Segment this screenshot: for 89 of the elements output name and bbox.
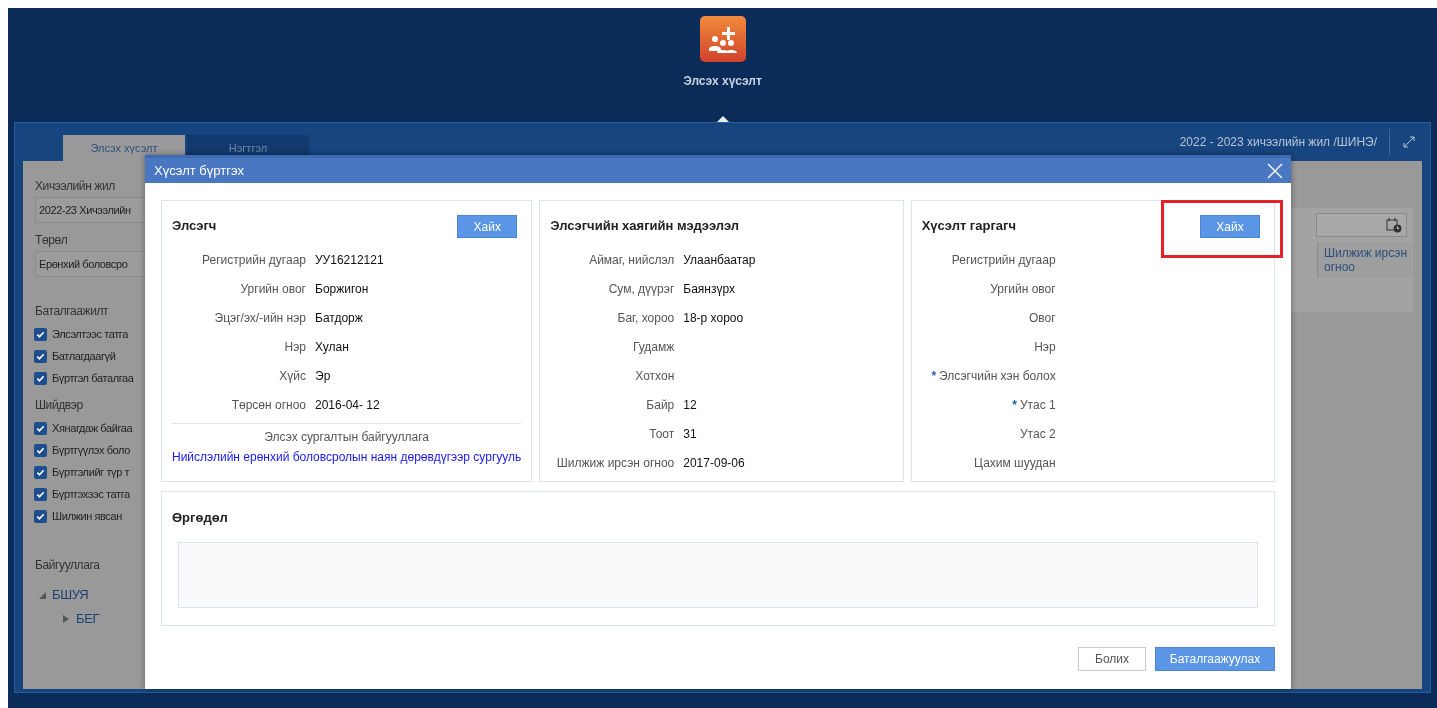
field-value: Хулан — [315, 338, 349, 356]
checkbox[interactable] — [34, 371, 47, 385]
field-value: 2017-09-06 — [683, 454, 745, 472]
pointer-caret-icon — [716, 116, 729, 122]
cancel-button[interactable]: Болих — [1078, 647, 1146, 671]
field-label: Гудамж — [633, 338, 675, 356]
checkbox[interactable] — [34, 465, 47, 479]
date-field[interactable] — [1316, 213, 1407, 237]
checkbox-label[interactable]: Шилжин явсан — [52, 507, 122, 525]
group-title: Байгууллага — [35, 557, 101, 574]
field-label: Байр — [646, 396, 675, 414]
field-value: 18-р хороо — [683, 309, 744, 327]
field-label: Тоот — [649, 425, 675, 443]
field-label: Баг, хороо — [617, 309, 675, 327]
checkbox-label[interactable]: Бүртгэлийг түр т — [52, 463, 130, 481]
field-value: 2016-04- 12 — [315, 396, 380, 414]
field-label: Ургийн овог — [990, 280, 1056, 298]
checkmark-icon — [36, 467, 45, 477]
field-value: 12 — [683, 396, 697, 414]
required-asterisk: * — [931, 367, 937, 385]
field-label: Утас 1 — [1019, 396, 1056, 414]
field-label: Эцэг/эх/-ийн нэр — [214, 309, 306, 327]
checkbox[interactable] — [34, 487, 47, 501]
field-label: Аймаг, нийслэл — [589, 251, 675, 269]
panel-title: Элсэгчийн хаягийн мэдээлэл — [550, 217, 740, 236]
field-label: Элсэх сургалтын байгууллага — [264, 429, 429, 446]
checkbox-label[interactable]: Батлагдаагүй — [52, 347, 116, 365]
tab[interactable]: Элсэх хүсэлт — [63, 135, 185, 161]
required-asterisk: * — [1012, 396, 1017, 414]
school-year-label: 2022 - 2023 хичээлийн жил /ШИНЭ/ — [1179, 134, 1377, 151]
field-label: Сум, дүүрэг — [608, 280, 675, 298]
checkbox-label[interactable]: Бүртгэхээс татга — [52, 485, 130, 503]
field-label: Овог — [1029, 309, 1056, 327]
field-value: УУ16212121 — [315, 251, 384, 269]
field-label: Элсэгчийн хэн болох — [939, 367, 1056, 385]
dialog-title: Хүсэлт бүртгэх — [154, 161, 244, 180]
field-value: Боржигон — [315, 280, 369, 298]
confirm-button[interactable]: Баталгаажуулах — [1155, 647, 1275, 671]
field-label: Хотхон — [635, 367, 675, 385]
panel-title: Өргөдөл — [172, 509, 229, 527]
field-value: Батдорж — [315, 309, 363, 327]
checkbox-label[interactable]: Бүртгэл баталгаа — [52, 369, 134, 387]
field-label: Цахим шуудан — [974, 454, 1056, 472]
group-title: Шийдвэр — [35, 397, 84, 414]
checkbox[interactable] — [34, 327, 47, 341]
column-header[interactable]: Шилжиж ирсэн огноо — [1317, 242, 1413, 278]
field-label: Нэр — [1034, 338, 1056, 356]
search-button[interactable]: Хайх — [1200, 215, 1260, 239]
checkmark-icon — [36, 423, 45, 433]
field-label: Хүйс — [279, 367, 306, 385]
field-value: Баянзүрх — [683, 280, 735, 298]
checkmark-icon — [36, 351, 45, 361]
app-title: Элсэх хүсэлт — [683, 73, 762, 90]
checkbox-label[interactable]: Хянагдаж байгаа — [52, 419, 133, 437]
search-button[interactable]: Хайх — [457, 215, 518, 239]
filter-label: Хичээлийн жил — [35, 178, 116, 195]
checkmark-icon — [36, 489, 45, 499]
expand-icon[interactable] — [1402, 135, 1416, 149]
field-label: Нэр — [284, 338, 306, 356]
school-link[interactable]: Нийслэлийн ерөнхий боловсролын наян дөрөвдүгээр сургууль — [172, 448, 522, 466]
tree-item[interactable]: БШУЯ — [52, 585, 89, 605]
field-label: Ургийн овог — [240, 280, 306, 298]
checkbox[interactable] — [34, 421, 47, 435]
filter-label: Төрөл — [35, 232, 69, 249]
tree-item[interactable]: БЕГ — [76, 609, 100, 629]
checkmark-icon — [36, 445, 45, 455]
panel-title: Хүсэлт гаргагч — [921, 217, 1017, 236]
checkbox[interactable] — [34, 349, 47, 363]
people-add-icon — [706, 25, 739, 53]
checkmark-icon — [36, 373, 45, 383]
checkbox-label[interactable]: Бүртгүүлэх боло — [52, 441, 130, 459]
close-icon — [1267, 162, 1283, 179]
field-value: Эр — [315, 367, 331, 385]
field-label: Утас 2 — [1019, 425, 1056, 443]
expanded-caret-icon[interactable] — [38, 591, 46, 599]
checkbox[interactable] — [34, 509, 47, 523]
field-value: Улаанбаатар — [683, 251, 756, 269]
calendar-clock-icon — [1386, 217, 1402, 233]
app-launcher-icon[interactable] — [699, 16, 746, 62]
field-label: Регистрийн дугаар — [951, 251, 1056, 269]
checkmark-icon — [36, 329, 45, 339]
checkbox-label[interactable]: Элсэлтээс татга — [52, 325, 128, 343]
checkbox[interactable] — [34, 443, 47, 457]
field-label: Төрсөн огноо — [231, 396, 306, 414]
checkmark-icon — [36, 511, 45, 521]
field-label: Шилжиж ирсэн огноо — [556, 454, 675, 472]
group-title: Баталгаажилт — [35, 303, 110, 320]
field-value: 31 — [683, 425, 697, 443]
collapsed-caret-icon[interactable] — [62, 615, 70, 623]
